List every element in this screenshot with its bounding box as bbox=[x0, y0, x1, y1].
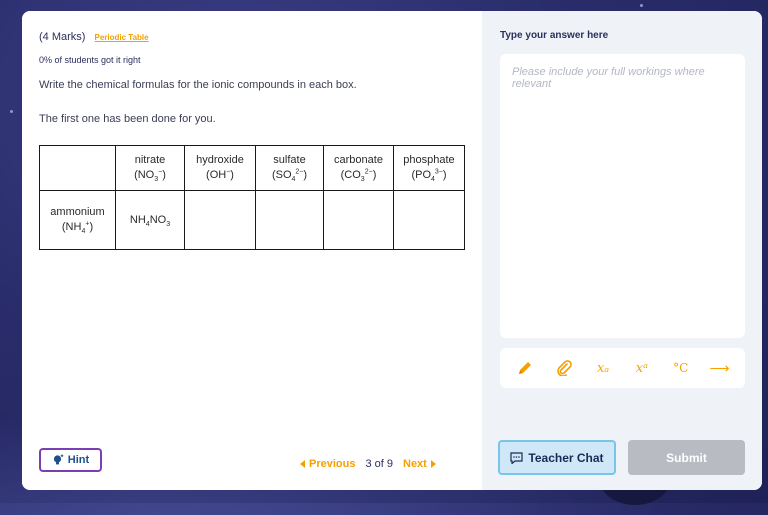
table-header-row: nitrate (NO3−) hydroxide (OH−) sulfate (… bbox=[39, 145, 465, 191]
hint-button[interactable]: Hint bbox=[39, 448, 102, 472]
arrow-right-icon[interactable]: ⟶ bbox=[706, 354, 734, 382]
table-corner-cell bbox=[39, 145, 116, 191]
ionic-compounds-table: nitrate (NO3−) hydroxide (OH−) sulfate (… bbox=[39, 145, 465, 250]
hint-label: Hint bbox=[67, 454, 90, 466]
paperclip-icon[interactable] bbox=[550, 354, 578, 382]
question-card: (4 Marks) Periodic Table 0% of students … bbox=[22, 11, 762, 490]
row-header-ammonium: ammonium (NH4+) bbox=[39, 190, 116, 250]
cell-ammonium-phosphate[interactable] bbox=[393, 190, 465, 250]
superscript-icon[interactable]: 𝑥ᵃ bbox=[628, 354, 656, 382]
background-star bbox=[10, 110, 13, 113]
answer-toolbar: 𝑥ₐ 𝑥ᵃ °C ⟶ bbox=[500, 348, 745, 388]
example-note: The first one has been done for you. bbox=[39, 113, 216, 125]
pencil-icon[interactable] bbox=[511, 354, 539, 382]
background-star bbox=[640, 4, 643, 7]
cell-ammonium-carbonate[interactable] bbox=[323, 190, 394, 250]
previous-button[interactable]: Previous bbox=[300, 458, 355, 470]
header-carbonate: carbonate (CO32−) bbox=[323, 145, 394, 191]
marks-label: (4 Marks) bbox=[39, 31, 86, 43]
answer-label: Type your answer here bbox=[500, 30, 609, 41]
cell-ammonium-sulfate[interactable] bbox=[255, 190, 324, 250]
triangle-right-icon bbox=[430, 460, 436, 468]
header-sulfate: sulfate (SO42−) bbox=[255, 145, 324, 191]
header-nitrate: nitrate (NO3−) bbox=[115, 145, 185, 191]
marks-row: (4 Marks) Periodic Table bbox=[39, 31, 149, 43]
lightbulb-icon bbox=[53, 454, 64, 465]
cell-ammonium-nitrate: NH4NO3 bbox=[115, 190, 185, 250]
question-pane: (4 Marks) Periodic Table 0% of students … bbox=[22, 11, 482, 490]
page-count: 3 of 9 bbox=[365, 458, 393, 470]
chat-icon bbox=[510, 451, 524, 464]
pagination: Previous 3 of 9 Next bbox=[300, 458, 436, 470]
stats-text: 0% of students got it right bbox=[39, 55, 141, 65]
instruction-text: Write the chemical formulas for the ioni… bbox=[39, 79, 357, 91]
subscript-icon[interactable]: 𝑥ₐ bbox=[589, 354, 617, 382]
header-phosphate: phosphate (PO43−) bbox=[393, 145, 465, 191]
answer-input[interactable] bbox=[500, 54, 745, 338]
answer-pane: Type your answer here 𝑥ₐ 𝑥ᵃ °C ⟶ Teacher… bbox=[482, 11, 762, 490]
teacher-chat-button[interactable]: Teacher Chat bbox=[498, 440, 616, 475]
triangle-left-icon bbox=[300, 460, 305, 468]
next-button[interactable]: Next bbox=[403, 458, 436, 470]
periodic-table-link[interactable]: Periodic Table bbox=[95, 33, 149, 42]
header-hydroxide: hydroxide (OH−) bbox=[184, 145, 256, 191]
submit-button[interactable]: Submit bbox=[628, 440, 745, 475]
degree-celsius-icon[interactable]: °C bbox=[667, 354, 695, 382]
cell-ammonium-hydroxide[interactable] bbox=[184, 190, 256, 250]
table-row: ammonium (NH4+) NH4NO3 bbox=[39, 190, 465, 250]
